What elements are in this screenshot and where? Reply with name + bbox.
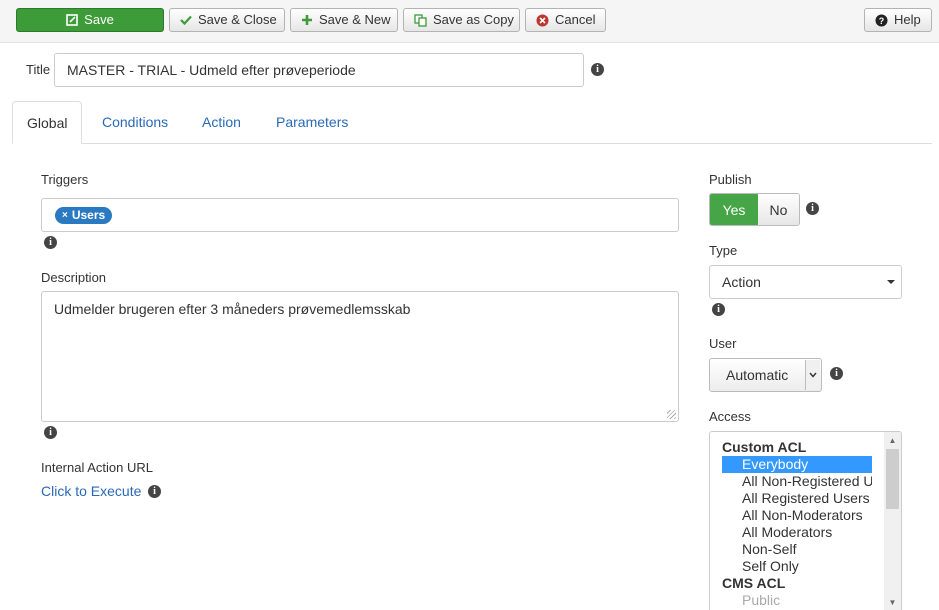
cancel-label: Cancel [555,12,596,27]
info-icon[interactable]: i [830,367,843,380]
access-label: Access [709,409,751,424]
publish-label: Publish [709,172,752,187]
save-button[interactable]: Save [16,8,164,32]
type-label: Type [709,243,738,258]
optgroup-label: Custom ACL [722,439,807,455]
info-icon[interactable]: i [806,202,819,215]
publish-no-button[interactable]: No [758,194,799,225]
info-icon[interactable]: i [148,485,161,498]
access-option[interactable]: Non-Self [722,541,872,558]
help-button[interactable]: ? Help [864,8,932,32]
info-icon[interactable]: i [44,426,57,439]
scrollbar-thumb[interactable] [886,449,899,509]
copy-icon [414,13,427,27]
publish-yes-button[interactable]: Yes [710,194,758,225]
info-icon[interactable]: i [712,303,725,316]
user-label: User [709,336,737,351]
scroll-up-icon[interactable]: ▲ [884,432,901,449]
tab-global[interactable]: Global [12,101,82,144]
save-close-button[interactable]: Save & Close [169,8,285,32]
access-option[interactable]: All Non-Registered Users [722,473,872,490]
trigger-chip-label: Users [71,208,106,222]
type-value: Action [722,274,761,290]
caret-down-icon [887,280,895,284]
optgroup-label: CMS ACL [722,575,786,591]
user-select[interactable]: Automatic [709,358,822,392]
click-to-execute-link[interactable]: Click to Execute [41,483,141,499]
info-icon[interactable]: i [591,63,604,76]
type-select[interactable]: Action [709,265,902,299]
access-option[interactable]: All Registered Users [722,490,872,507]
access-option[interactable]: Self Only [722,558,872,575]
access-option[interactable]: All Non-Moderators [722,507,872,524]
save-label: Save [84,12,114,27]
save-new-button[interactable]: Save & New [290,8,398,32]
save-new-label: Save & New [319,12,391,27]
help-label: Help [894,12,921,27]
trigger-chip[interactable]: × Users [55,207,113,224]
title-input[interactable] [54,53,584,87]
resize-handle-icon[interactable] [667,410,676,419]
save-as-copy-button[interactable]: Save as Copy [403,8,520,32]
remove-icon[interactable]: × [62,207,68,224]
save-close-label: Save & Close [198,12,277,27]
cancel-circle-icon [536,14,549,27]
save-copy-label: Save as Copy [433,12,514,27]
title-label: Title [26,62,51,77]
user-value: Automatic [726,367,789,383]
question-icon: ? [875,14,888,27]
access-option[interactable]: All Moderators [722,524,872,541]
svg-text:?: ? [879,16,885,26]
triggers-input[interactable]: × Users [41,198,679,232]
scrollbar[interactable]: ▲ ▼ [884,432,901,610]
checkmark-icon [180,14,192,26]
description-text: Udmelder brugeren efter 3 måneders prøve… [54,301,411,317]
chevron-down-icon[interactable] [805,360,820,390]
scroll-down-icon[interactable]: ▼ [884,594,901,610]
cancel-button[interactable]: Cancel [525,8,606,32]
triggers-label: Triggers [41,172,89,187]
internal-action-url-label: Internal Action URL [41,460,154,475]
access-option[interactable]: Everybody [722,456,872,473]
tab-conditions[interactable]: Conditions [88,101,182,144]
plus-icon [301,14,313,26]
description-textarea[interactable]: Udmelder brugeren efter 3 måneders prøve… [41,291,679,422]
info-icon[interactable]: i [44,236,57,249]
access-option[interactable]: Public [722,592,872,609]
access-listbox[interactable]: Custom ACL Everybody All Non-Registered … [709,431,902,610]
tab-action[interactable]: Action [188,101,255,144]
toolbar: Save Save & Close Save & New Save as Cop… [0,0,939,43]
description-label: Description [41,270,107,285]
edit-icon [66,14,78,26]
publish-toggle: Yes No [709,193,800,226]
tab-parameters[interactable]: Parameters [262,101,362,144]
